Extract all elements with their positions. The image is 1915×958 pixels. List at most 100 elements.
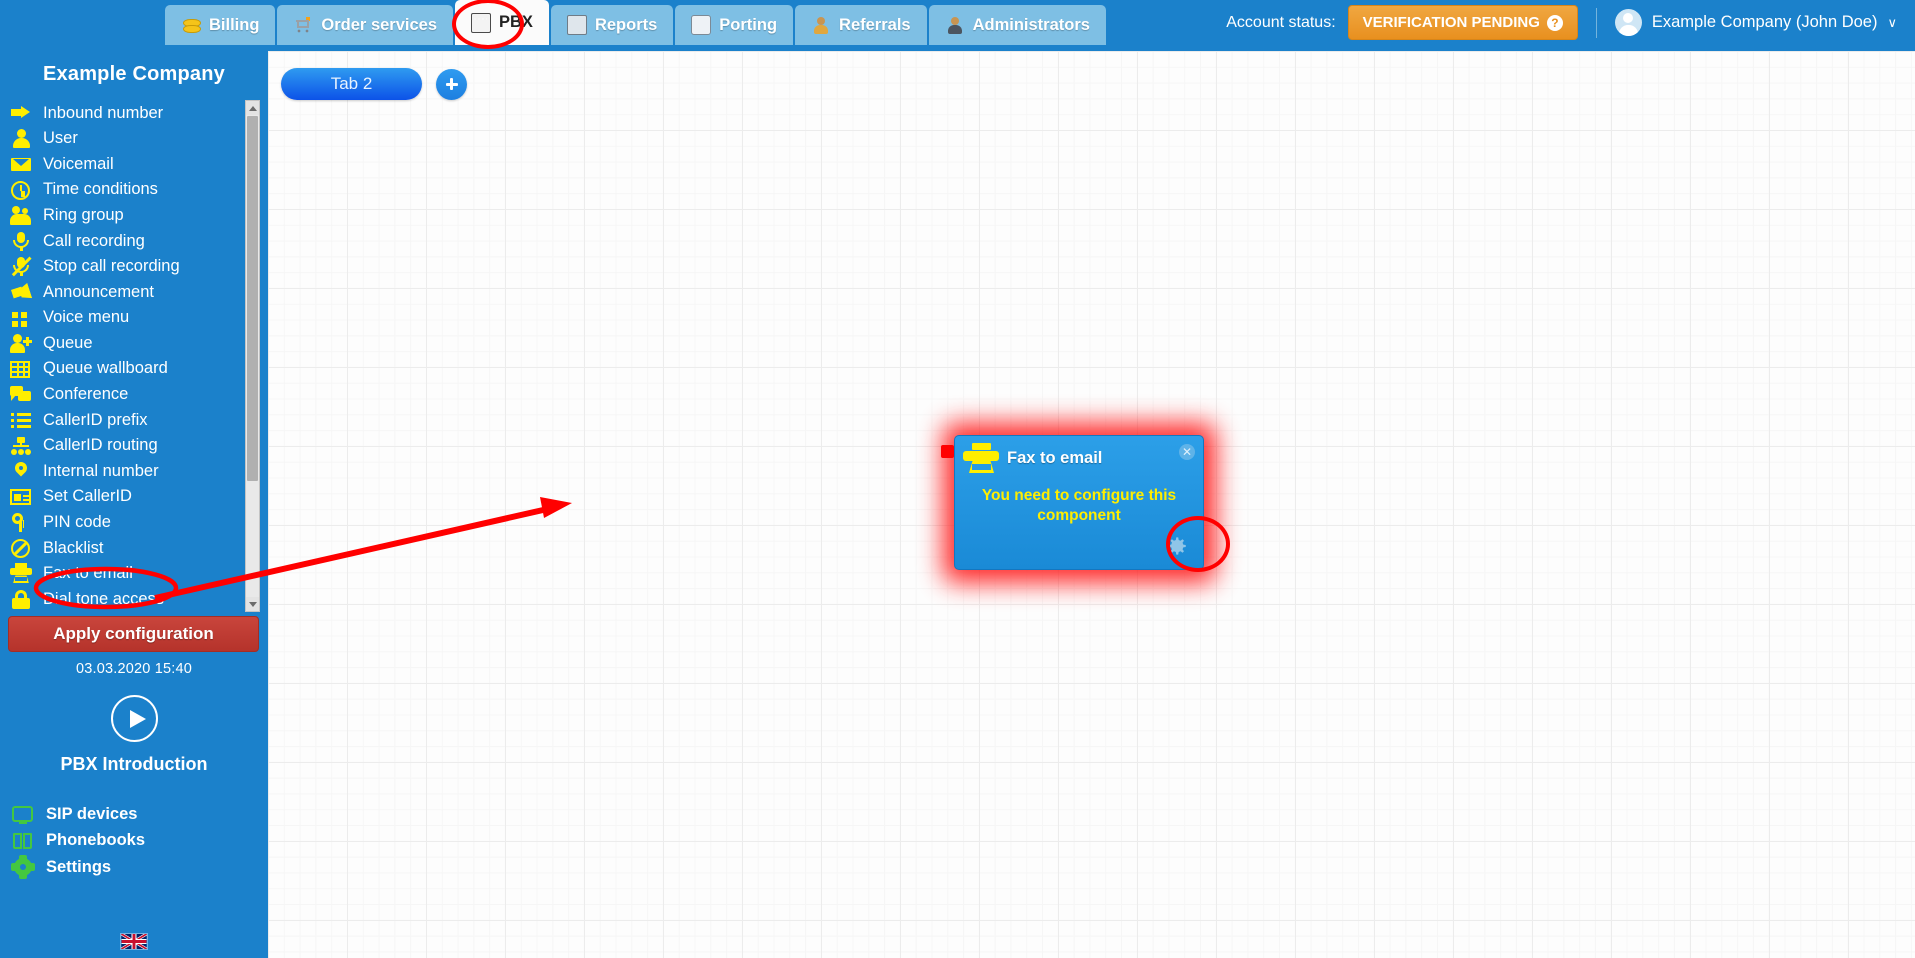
sidebar-item-label: Announcement [43,282,154,301]
mobile-phone-icon [691,15,712,35]
sidebar-item-time-conditions[interactable]: Time conditions [10,177,244,203]
status-badge-label: VERIFICATION PENDING [1362,14,1540,31]
nav-tab-label: Order services [321,15,438,34]
arrow-right-icon [10,103,32,123]
fax-printer-icon [10,563,32,584]
scrollbar-thumb[interactable] [247,116,258,481]
nav-tab-administrators[interactable]: Administrators [928,5,1106,45]
user-gold-icon [811,15,831,35]
sidebar-item-fax-to-email[interactable]: Fax to email [10,561,244,587]
coins-icon [181,15,201,35]
nav-tab-porting[interactable]: Porting [675,5,794,45]
user-icon [10,128,32,149]
sidebar-item-callerid-prefix[interactable]: CallerID prefix [10,407,244,433]
clock-icon [10,180,32,200]
nav-tab-referrals[interactable]: Referrals [795,5,927,45]
fax-to-email-node[interactable]: Fax to email ✕ You need to configure thi… [954,435,1204,570]
megaphone-icon [10,282,32,302]
sidebar-item-label: Blacklist [43,538,104,557]
nav-tab-label: Reports [594,15,658,34]
top-bar-right-section: Account status: VERIFICATION PENDING ? E… [1226,0,1915,45]
canvas-tab-bar: Tab 2 [281,68,467,100]
sidebar-item-settings[interactable]: Settings [11,854,268,881]
language-selector[interactable] [0,933,268,950]
sidebar-item-label: Conference [43,385,129,404]
sidebar-item-label: CallerID prefix [43,410,148,429]
sidebar-item-label: Queue wallboard [43,359,168,378]
nav-tab-pbx[interactable]: PBX [455,0,549,45]
sidebar-bottom-links: SIP devices Phonebooks Settings [0,801,268,881]
table-grid-icon [10,359,32,379]
user-account-menu[interactable]: Example Company (John Doe) ∨ [1614,9,1897,36]
nav-tab-billing[interactable]: Billing [165,5,276,45]
uk-flag-icon[interactable] [120,933,148,950]
sidebar-item-label: Voicemail [43,154,114,173]
close-icon[interactable]: ✕ [1179,444,1195,460]
sidebar-item-label: Stop call recording [43,257,180,276]
pbx-introduction-block: PBX Introduction [0,695,268,775]
sidebar-item-voicemail[interactable]: Voicemail [10,151,244,177]
user-name-label: Example Company (John Doe) [1651,13,1878,31]
sidebar-item-sip-devices[interactable]: SIP devices [12,801,268,828]
microphone-icon [10,231,32,251]
sidebar-item-queue-wallboard[interactable]: Queue wallboard [10,356,244,382]
sidebar-item-queue[interactable]: Queue [10,330,244,356]
play-button-icon[interactable] [110,695,158,742]
gear-icon[interactable] [1163,533,1189,559]
users-group-icon [10,205,32,226]
flow-canvas[interactable]: Tab 2 Fax to email ✕ You need to configu… [268,51,1915,958]
scroll-down-arrow-icon[interactable] [246,597,259,611]
nav-tab-order-services[interactable]: Order services [277,5,454,45]
nav-tab-label: Porting [719,15,778,34]
sidebar-item-label: Voice menu [43,308,130,327]
sidebar-menu-list: Inbound number User Voicemail Time condi… [10,100,260,612]
sidebar-item-callerid-routing[interactable]: CallerID routing [10,433,244,459]
sidebar-item-call-recording[interactable]: Call recording [10,228,244,254]
scroll-up-arrow-icon[interactable] [246,101,259,115]
sidebar-item-label: User [43,129,78,148]
nav-tab-label: Billing [209,15,260,34]
gear-icon [11,855,35,880]
reports-icon [566,15,587,35]
sidebar-item-announcement[interactable]: Announcement [10,279,244,305]
sidebar-item-label: Inbound number [43,103,164,122]
sidebar-item-internal-number[interactable]: Internal number [10,458,244,484]
node-title: Fax to email [1007,448,1103,467]
shopping-cart-icon [293,15,314,35]
fax-printer-icon [963,443,999,473]
sidebar-item-ring-group[interactable]: Ring group [10,202,244,228]
sidebar-menu-scrollbar[interactable] [245,100,260,612]
node-input-connector[interactable] [941,445,954,458]
sidebar-item-user[interactable]: User [10,126,244,152]
id-card-icon [10,487,32,507]
sidebar-item-inbound-number[interactable]: Inbound number [10,100,244,126]
sidebar-item-set-callerid[interactable]: Set CallerID [10,484,244,510]
user-admin-icon [945,15,965,35]
top-navigation-bar: Billing Order services PBX Reports Porti… [0,0,1915,45]
sidebar-item-blacklist[interactable]: Blacklist [10,535,244,561]
pbx-device-icon [471,12,492,33]
sidebar-item-conference[interactable]: Conference [10,382,244,408]
sidebar: Example Company Inbound number User Voic… [0,51,268,958]
pbx-introduction-label: PBX Introduction [60,754,208,774]
status-badge[interactable]: VERIFICATION PENDING ? [1347,5,1578,40]
ban-circle-icon [10,538,32,558]
microphone-muted-icon [10,256,32,277]
sidebar-item-stop-call-recording[interactable]: Stop call recording [10,254,244,280]
sidebar-item-dial-tone-access[interactable]: Dial tone access [10,586,244,612]
sidebar-item-label: PIN code [43,513,111,532]
nav-tab-label: Administrators [972,15,1090,34]
help-question-icon[interactable]: ? [1546,14,1563,31]
sidebar-item-label: Queue [43,333,93,352]
apply-configuration-button[interactable]: Apply configuration [8,616,259,652]
monitor-icon [12,804,34,824]
sidebar-item-label: Fax to email [43,564,133,583]
sidebar-item-label: Internal number [43,461,159,480]
sidebar-item-phonebooks[interactable]: Phonebooks [12,828,268,855]
sidebar-item-pin-code[interactable]: PIN code [10,510,244,536]
nav-tab-reports[interactable]: Reports [550,5,674,45]
canvas-tab-tab2[interactable]: Tab 2 [281,68,422,100]
add-tab-button[interactable] [436,68,467,100]
sidebar-item-voice-menu[interactable]: Voice menu [10,305,244,331]
map-pin-icon [10,461,32,481]
